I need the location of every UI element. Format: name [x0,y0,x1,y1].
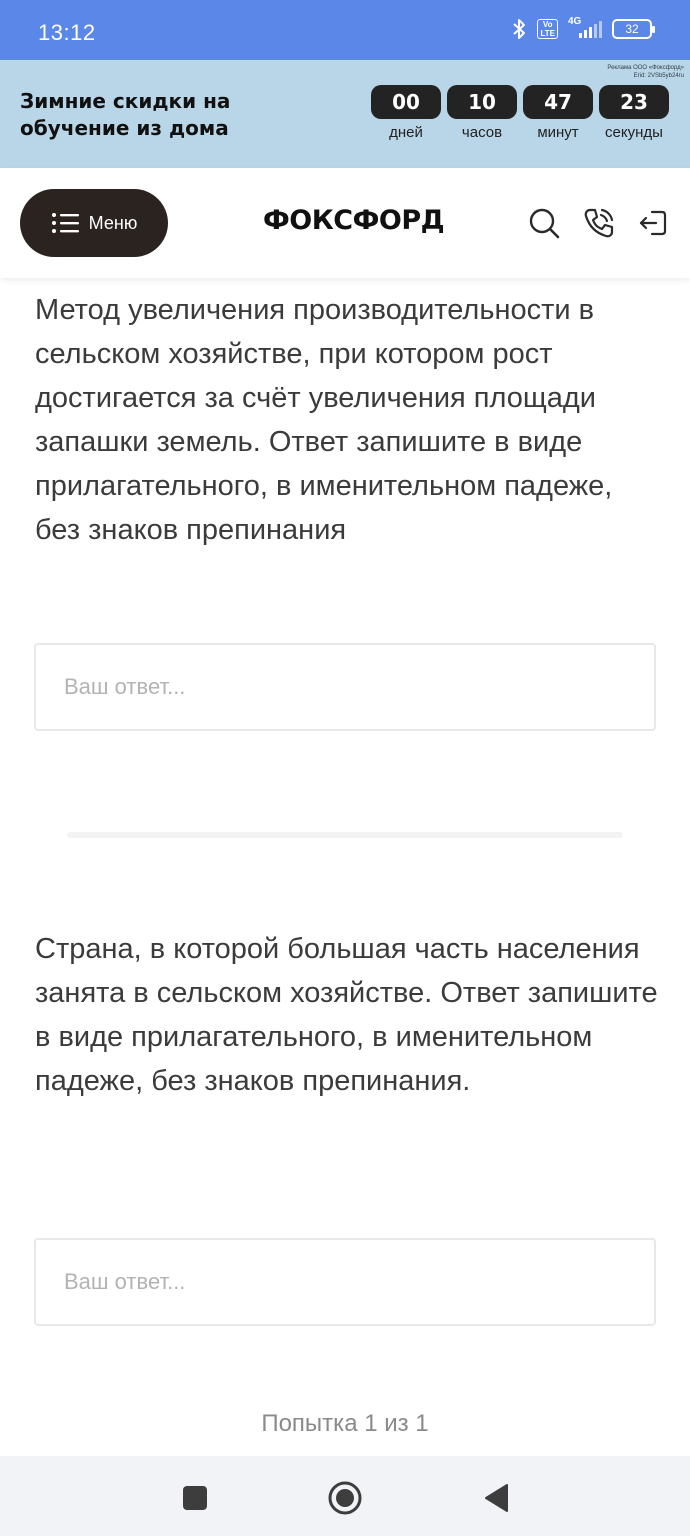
signal-icon: 4G [568,16,602,40]
timer-value: 47 [523,85,593,119]
answer-input[interactable] [34,643,656,731]
timer-days: 00 дней [371,85,441,141]
list-icon [51,213,79,233]
timer-value: 10 [447,85,517,119]
system-nav-bar [0,1456,690,1536]
site-header: Меню ФОКСФОРД [0,168,690,278]
battery-icon: 32 [612,19,655,39]
timer-unit: дней [389,124,423,141]
ad-disclaimer: Реклама ООО «Фоксфорд» Erid: 2VSb5yb24ru [607,65,684,79]
phone-icon[interactable] [582,206,616,240]
menu-label: Меню [88,212,138,233]
back-button[interactable] [476,1478,516,1518]
timer-seconds: 23 секунды [599,85,669,141]
status-time: 13:12 [38,20,96,45]
bluetooth-icon [513,19,526,39]
timer-hours: 10 часов [447,85,517,141]
timer-unit: часов [461,124,503,141]
divider [67,832,623,838]
logo[interactable]: ФОКСФОРД [263,205,445,236]
answer-input[interactable] [34,1238,656,1326]
attempt-counter: Попытка 1 из 1 [261,1410,429,1437]
home-icon [328,1481,362,1515]
timer-value: 00 [371,85,441,119]
status-icons: Vo LTE 4G 32 [511,16,655,40]
recents-button[interactable] [175,1478,215,1518]
promo-title: Зимние скидки на обучение из дома [20,89,231,140]
menu-button[interactable]: Меню [20,189,168,257]
status-bar: 13:12 Vo LTE 4G 32 [0,0,690,60]
login-icon[interactable] [636,206,670,240]
timer-unit: секунды [605,124,663,141]
promo-banner[interactable]: Реклама ООО «Фоксфорд» Erid: 2VSb5yb24ru… [0,60,690,168]
timer-value: 23 [599,85,669,119]
home-button[interactable] [325,1478,365,1518]
question-text: Метод увеличения производительности в се… [35,294,613,546]
recents-icon [183,1486,207,1510]
question-text: Страна, в которой большая часть населени… [35,933,658,1097]
search-icon[interactable] [527,206,561,240]
timer-unit: минут [537,124,579,141]
volte-badge: Vo LTE [537,19,558,39]
back-icon [485,1484,508,1512]
timer-minutes: 47 минут [523,85,593,141]
